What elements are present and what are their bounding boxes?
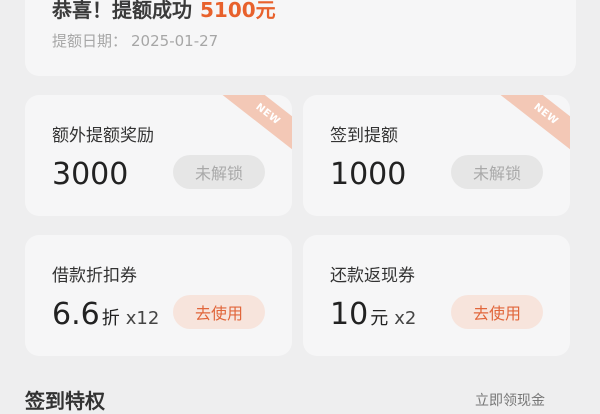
headline-text: 恭喜！提额成功	[52, 0, 192, 22]
value-multiplier: x12	[125, 308, 160, 329]
success-headline: 恭喜！提额成功 5100元	[52, 0, 276, 23]
value-unit: 折	[101, 308, 120, 329]
locked-button[interactable]: 未解锁	[173, 155, 265, 189]
value-unit: 元	[370, 308, 389, 329]
card-title: 还款返现券	[330, 266, 415, 286]
section-link[interactable]: 立即领现金	[475, 390, 545, 410]
card-value: 10 元 x2	[330, 295, 416, 339]
raise-amount: 5100元	[200, 0, 276, 22]
value-number: 10	[330, 297, 369, 332]
raise-date: 提额日期： 2025-01-27	[52, 30, 218, 51]
date-value: 2025-01-27	[131, 32, 219, 50]
value-number: 6.6	[52, 297, 100, 332]
new-ribbon: NEW	[498, 95, 570, 156]
card-title: 签到提额	[330, 126, 398, 146]
card-value: 6.6 折 x12	[52, 295, 159, 339]
use-button[interactable]: 去使用	[451, 295, 543, 329]
date-label: 提额日期：	[52, 32, 128, 50]
success-banner-card: 恭喜！提额成功 5100元 提额日期： 2025-01-27	[25, 0, 576, 76]
card-title: 额外提额奖励	[52, 126, 154, 146]
reward-card-loan-discount[interactable]: 借款折扣券 6.6 折 x12 去使用	[25, 235, 292, 356]
card-value: 3000	[52, 155, 128, 195]
use-button[interactable]: 去使用	[173, 295, 265, 329]
value-number: 3000	[52, 157, 129, 192]
new-ribbon: NEW	[220, 95, 292, 156]
card-title: 借款折扣券	[52, 266, 137, 286]
locked-button[interactable]: 未解锁	[451, 155, 543, 189]
value-number: 1000	[330, 157, 407, 192]
value-multiplier: x2	[394, 308, 417, 329]
reward-card-checkin-raise[interactable]: NEW 签到提额 1000 未解锁	[303, 95, 570, 216]
reward-card-repay-cashback[interactable]: 还款返现券 10 元 x2 去使用	[303, 235, 570, 356]
card-value: 1000	[330, 155, 406, 195]
reward-card-extra-raise[interactable]: NEW 额外提额奖励 3000 未解锁	[25, 95, 292, 216]
